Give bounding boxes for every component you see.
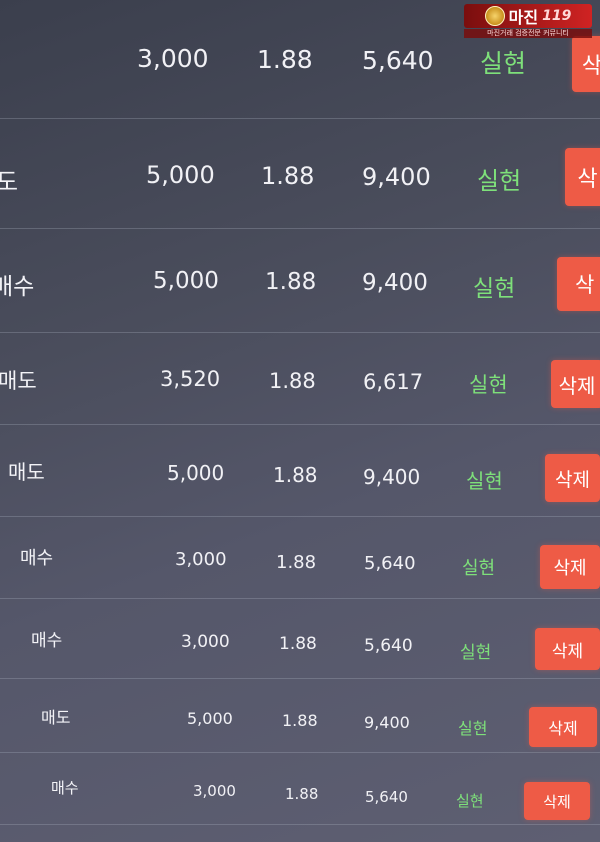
delete-button[interactable]: 삭제: [535, 628, 600, 670]
trade-quantity: 5,000: [146, 161, 215, 189]
trade-amount: 5,640: [362, 46, 434, 75]
trade-type: 매수: [20, 548, 54, 569]
trade-rate: 1.88: [282, 711, 318, 730]
trade-status: 실현: [480, 49, 527, 78]
trade-row: 도 5,000 1.88 9,400 실현 삭: [0, 118, 600, 229]
trade-quantity: 5,000: [153, 268, 219, 294]
delete-button-label: 삭: [575, 273, 595, 297]
trade-type: 매수: [31, 631, 63, 651]
trade-rate: 1.88: [285, 785, 319, 803]
trade-row: 매수 3,000 1.88 5,640 실현 삭제: [0, 598, 600, 679]
trade-quantity: 3,000: [181, 632, 230, 652]
delete-button[interactable]: 삭: [572, 36, 600, 92]
delete-button-label: 삭제: [548, 719, 578, 738]
delete-button-label: 삭: [577, 167, 598, 192]
delete-button-label: 삭제: [555, 468, 590, 491]
trade-status: 실현: [460, 643, 492, 663]
delete-button[interactable]: 삭제: [524, 782, 590, 820]
trade-status: 실현: [469, 373, 508, 397]
trade-amount: 9,400: [362, 270, 428, 296]
logo-name: 마진: [508, 8, 539, 27]
trade-rate: 1.88: [257, 45, 313, 74]
trade-row: 매수 3,000 1.88 5,640 실현 삭제: [0, 752, 600, 825]
delete-button-label: 삭제: [553, 558, 587, 579]
trade-type: 매수: [0, 274, 35, 300]
trade-quantity: 5,000: [167, 461, 225, 485]
trade-amount: 6,617: [363, 370, 424, 394]
trade-row: 매도 5,000 1.88 9,400 실현 삭제: [0, 424, 600, 517]
trade-type: 매수: [51, 779, 79, 797]
trade-row: 매수 5,000 1.88 9,400 실현 삭: [0, 228, 600, 333]
trade-status: 실현: [477, 167, 522, 195]
trade-amount: 5,640: [364, 636, 413, 656]
trade-type: 매도: [0, 369, 37, 393]
delete-button-label: 삭제: [558, 373, 596, 398]
delete-button[interactable]: 삭: [565, 148, 600, 206]
delete-button[interactable]: 삭제: [529, 707, 597, 747]
trade-row: 매수 3,000 1.88 5,640 실현 삭제: [0, 516, 600, 599]
trade-status: 실현: [473, 276, 516, 302]
trade-quantity: 3,520: [160, 367, 221, 391]
trade-rate: 1.88: [261, 162, 315, 190]
trade-type: 매도: [41, 708, 71, 727]
watermark-logo: 마진 119 마진거래 검증전문 커뮤니티: [464, 4, 592, 38]
trade-quantity: 3,000: [193, 782, 236, 800]
delete-button[interactable]: 삭제: [545, 454, 600, 502]
delete-button[interactable]: 삭: [557, 257, 600, 311]
logo-number: 119: [542, 8, 572, 24]
trade-quantity: 3,000: [175, 549, 227, 570]
trade-quantity: 5,000: [187, 709, 233, 728]
trade-quantity: 3,000: [137, 44, 209, 73]
delete-button-label: 삭제: [543, 792, 571, 811]
trade-type: 매도: [8, 460, 45, 484]
trade-amount: 9,400: [364, 713, 410, 732]
trade-rate: 1.88: [273, 463, 318, 487]
delete-button[interactable]: 삭제: [540, 545, 600, 589]
trade-history-list: 3,000 1.88 5,640 실현 삭 도 5,000 1.88 9,400…: [0, 0, 600, 842]
logo-tagline: 마진거래 검증전문 커뮤니티: [464, 29, 592, 38]
delete-button-label: 삭: [581, 54, 600, 79]
trade-amount: 9,400: [362, 163, 431, 191]
trade-rate: 1.88: [269, 369, 316, 393]
trade-amount: 9,400: [363, 465, 421, 489]
trade-status: 실현: [458, 719, 488, 738]
delete-button-label: 삭제: [551, 641, 584, 662]
trade-status: 실현: [466, 469, 503, 493]
trade-rate: 1.88: [265, 269, 317, 295]
trade-row: 매도 3,520 1.88 6,617 실현 삭제: [0, 332, 600, 425]
trade-row: 매도 5,000 1.88 9,400 실현 삭제: [0, 678, 600, 753]
trade-status: 실현: [462, 558, 496, 579]
trade-amount: 5,640: [365, 788, 408, 806]
trade-rate: 1.88: [276, 552, 317, 573]
logo-badge: 마진 119: [464, 4, 592, 28]
trade-type: 도: [0, 168, 19, 196]
trade-amount: 5,640: [364, 553, 416, 574]
trade-rate: 1.88: [279, 634, 317, 654]
emblem-icon: [484, 6, 505, 26]
delete-button[interactable]: 삭제: [551, 360, 600, 408]
trade-status: 실현: [456, 792, 484, 810]
